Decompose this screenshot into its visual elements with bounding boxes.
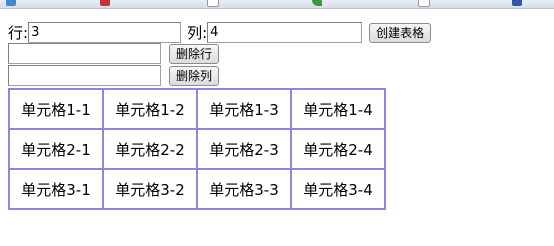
cols-input[interactable] bbox=[207, 22, 363, 43]
bookmark-item[interactable] bbox=[312, 0, 322, 8]
table-cell: 单元格3-1 bbox=[9, 169, 103, 209]
table-row: 单元格3-1 单元格3-2 单元格3-3 单元格3-4 bbox=[9, 169, 385, 209]
delete-row-button[interactable]: 删除行 bbox=[169, 43, 220, 64]
delete-row-input[interactable] bbox=[8, 43, 161, 64]
bookmark-item[interactable] bbox=[207, 0, 219, 8]
cols-label: 列: bbox=[187, 23, 208, 42]
table-cell: 单元格1-2 bbox=[103, 89, 197, 129]
table-cell: 单元格2-2 bbox=[103, 129, 197, 169]
table-cell: 单元格2-1 bbox=[9, 129, 103, 169]
delete-col-input[interactable] bbox=[8, 65, 161, 86]
favicon-icon bbox=[6, 0, 16, 6]
page-icon bbox=[207, 0, 219, 7]
table-cell: 单元格3-3 bbox=[197, 169, 291, 209]
table-cell: 单元格2-3 bbox=[197, 129, 291, 169]
generated-table: 单元格1-1 单元格1-2 单元格1-3 单元格1-4 单元格2-1 单元格2-… bbox=[8, 88, 386, 210]
delete-col-form: 删除列 bbox=[8, 65, 220, 86]
leaf-icon bbox=[312, 0, 322, 6]
table-cell: 单元格3-2 bbox=[103, 169, 197, 209]
delete-col-button[interactable]: 删除列 bbox=[169, 65, 220, 86]
favicon-icon bbox=[100, 0, 110, 6]
bookmark-item[interactable] bbox=[418, 0, 430, 8]
table-cell: 单元格3-4 bbox=[291, 169, 385, 209]
bookmark-bar bbox=[0, 0, 554, 9]
create-table-button[interactable]: 创建表格 bbox=[369, 22, 432, 43]
page-icon bbox=[418, 0, 430, 7]
bookmark-item[interactable] bbox=[6, 0, 16, 8]
bookmark-item[interactable] bbox=[100, 0, 110, 8]
table-cell: 单元格1-1 bbox=[9, 89, 103, 129]
create-table-form: 行: 列: 创建表格 bbox=[8, 22, 432, 43]
favicon-icon bbox=[512, 0, 522, 6]
bookmark-item[interactable] bbox=[512, 0, 522, 8]
table-cell: 单元格1-3 bbox=[197, 89, 291, 129]
rows-label: 行: bbox=[8, 23, 29, 42]
table-cell: 单元格2-4 bbox=[291, 129, 385, 169]
table-row: 单元格2-1 单元格2-2 单元格2-3 单元格2-4 bbox=[9, 129, 385, 169]
table-cell: 单元格1-4 bbox=[291, 89, 385, 129]
delete-row-form: 删除行 bbox=[8, 43, 220, 64]
table-row: 单元格1-1 单元格1-2 单元格1-3 单元格1-4 bbox=[9, 89, 385, 129]
rows-input[interactable] bbox=[28, 22, 182, 43]
